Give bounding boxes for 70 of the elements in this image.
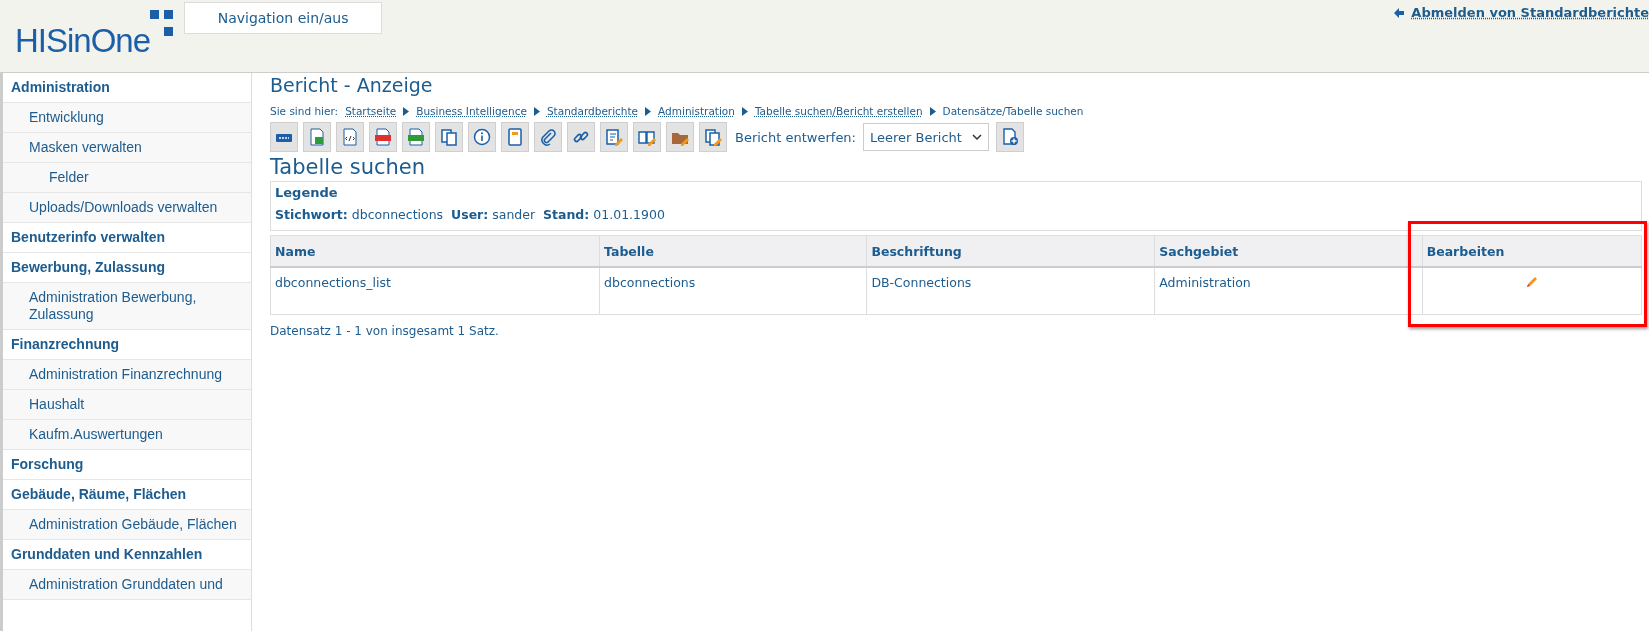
sidebar-item[interactable]: Felder	[3, 163, 251, 193]
breadcrumb-link[interactable]: Startseite	[345, 105, 397, 117]
navigation-toggle-button[interactable]: Navigation ein/aus	[184, 2, 383, 34]
chevron-right-icon	[741, 106, 748, 116]
csv-icon	[406, 127, 426, 147]
notebook-button[interactable]	[501, 122, 529, 152]
chevron-right-icon	[533, 106, 540, 116]
excel-icon	[307, 127, 327, 147]
column-header: Bearbeiten	[1422, 235, 1642, 267]
xml-button[interactable]	[336, 122, 364, 152]
section-title: Tabelle suchen	[270, 154, 427, 180]
table-cell: DB-Connections	[866, 267, 1155, 315]
edit-folder-button[interactable]	[666, 122, 694, 152]
sidebar-item[interactable]: Haushalt	[3, 390, 251, 420]
breadcrumb-link[interactable]: Business Intelligence	[416, 105, 527, 117]
pencil-icon	[1524, 275, 1539, 289]
pdf-icon	[373, 127, 393, 147]
page-title: Bericht - Anzeige	[270, 73, 434, 97]
chevron-right-icon	[645, 106, 652, 116]
excel-button[interactable]	[303, 122, 331, 152]
breadcrumb-label: Sie sind hier:	[270, 105, 339, 117]
paperclip-icon	[538, 127, 558, 147]
record-count-text: Datensatz 1 - 1 von insgesamt 1 Satz.	[270, 324, 500, 338]
sidebar-item[interactable]: Uploads/Downloads verwalten	[3, 193, 251, 223]
breadcrumb-link[interactable]: Standardberichte	[546, 105, 639, 117]
notebook-icon	[505, 127, 525, 147]
chevron-down-icon	[971, 133, 982, 141]
copy-button[interactable]	[435, 122, 463, 152]
edit-document-button[interactable]	[600, 122, 628, 152]
xml-icon	[340, 127, 360, 147]
new-report-button[interactable]	[995, 122, 1024, 152]
table-cell: dbconnections	[599, 267, 867, 315]
copy-icon	[439, 127, 459, 147]
column-header: Tabelle	[599, 235, 867, 267]
paperclip-button[interactable]	[534, 122, 562, 152]
column-header: Sachgebiet	[1154, 235, 1423, 267]
pdf-button[interactable]	[369, 122, 397, 152]
table-cell: Administration	[1154, 267, 1423, 315]
report-template-select[interactable]: Leerer Bericht	[863, 123, 989, 151]
legend-text: Stichwort: dbconnections User: sander Stand: 01.01.1900	[275, 207, 666, 222]
sidebar-item[interactable]: Administration Finanzrechnung	[3, 360, 251, 390]
chevron-right-icon	[929, 106, 936, 116]
link-button[interactable]	[567, 122, 595, 152]
design-report-label: Bericht entwerfen:	[735, 129, 856, 145]
sidebar-item[interactable]: Administration Bewerbung, Zulassung	[3, 283, 251, 330]
html-button[interactable]	[270, 122, 298, 152]
sidebar-item[interactable]: Administration Grunddaten und	[3, 570, 251, 600]
csv-button[interactable]	[402, 122, 430, 152]
edit-book-button[interactable]	[633, 122, 661, 152]
arrow-left-icon	[1393, 6, 1406, 19]
legend-title: Legende	[275, 185, 339, 200]
breadcrumb-current: Datensätze/Tabelle suchen	[942, 105, 1084, 117]
column-header: Name	[270, 235, 600, 267]
sidebar-item[interactable]: Masken verwalten	[3, 133, 251, 163]
breadcrumb-link[interactable]: Administration	[658, 105, 735, 117]
logo-text: HISinOne	[15, 22, 151, 60]
breadcrumb-link[interactable]: Tabelle suchen/Bericht erstellen	[754, 105, 923, 117]
table-cell: dbconnections_list	[270, 267, 600, 315]
chevron-right-icon	[403, 106, 410, 116]
sidebar-item[interactable]: Administration Gebäude, Flächen	[3, 510, 251, 540]
logo-squares-icon	[150, 10, 175, 38]
info-icon	[472, 127, 492, 147]
edit-copy-button[interactable]	[699, 122, 727, 152]
logout-link[interactable]: Abmelden von Standardberichte	[1411, 5, 1649, 20]
info-button[interactable]	[468, 122, 496, 152]
edit-document-icon	[604, 127, 624, 147]
column-header: Beschriftung	[866, 235, 1155, 267]
sidebar-item[interactable]: Kaufm.Auswertungen	[3, 420, 251, 450]
edit-copy-icon	[703, 127, 723, 147]
sidebar-item[interactable]: Entwicklung	[3, 103, 251, 133]
